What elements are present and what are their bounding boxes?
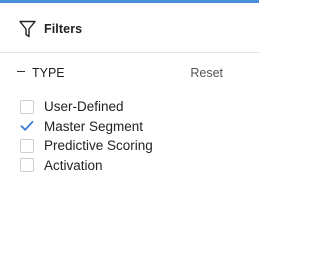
reset-button[interactable]: Reset	[190, 66, 223, 80]
filters-title: Filters	[44, 22, 83, 36]
filter-option-label: User-Defined	[44, 99, 124, 115]
type-section-title: TYPE	[32, 66, 65, 80]
filter-option[interactable]: Predictive Scoring	[20, 136, 153, 156]
checkbox[interactable]	[20, 138, 34, 153]
filter-option[interactable]: Master Segment	[20, 117, 153, 137]
checkbox-checked[interactable]	[20, 119, 34, 133]
collapse-icon	[17, 66, 27, 80]
filters-header: Filters	[19, 19, 82, 39]
filter-option-label: Predictive Scoring	[44, 138, 153, 154]
filter-option[interactable]: User-Defined	[20, 97, 153, 117]
checkmark-icon	[20, 121, 34, 131]
type-section-header: TYPE Reset	[17, 64, 223, 82]
checkbox[interactable]	[20, 99, 34, 114]
funnel-icon	[19, 20, 36, 38]
type-options-list: User-Defined Master Segment Predictive Sco…	[20, 97, 153, 175]
filter-option[interactable]: Activation	[20, 156, 153, 176]
checkbox[interactable]	[20, 158, 34, 173]
filter-option-label: Master Segment	[44, 118, 144, 134]
type-section-toggle[interactable]: TYPE	[17, 66, 65, 80]
header-divider	[0, 52, 259, 53]
filters-panel: Filters TYPE Reset User-Defined Master Se…	[0, 0, 259, 276]
filter-option-label: Activation	[44, 157, 103, 173]
top-accent-line	[0, 0, 259, 3]
